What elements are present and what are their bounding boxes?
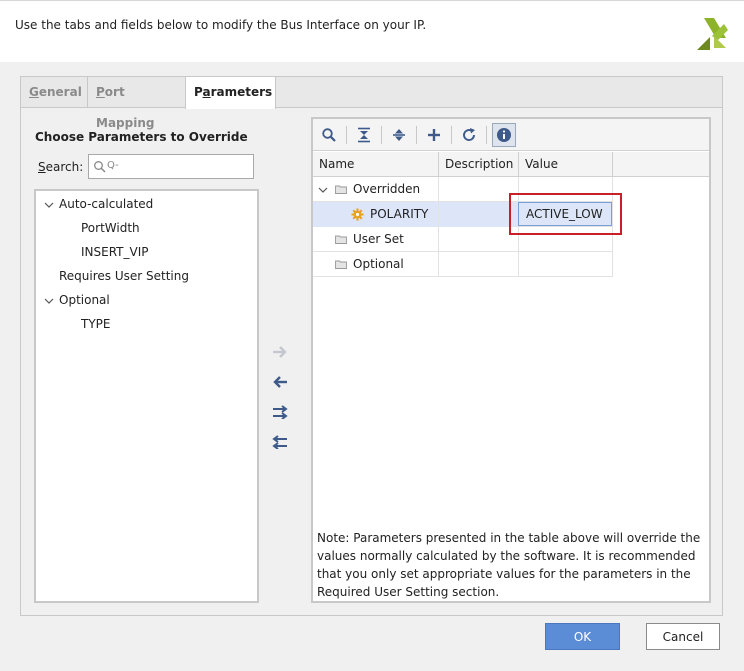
tree-item-portwidth[interactable]: PortWidth [81,221,140,235]
expand-all-icon [393,129,405,141]
note-text: Note: Parameters presented in the table … [317,531,701,599]
table-header: Name Description Value [313,152,709,177]
tab-port-mapping[interactable]: Port Mapping [88,77,184,130]
tree-item-insert-vip[interactable]: INSERT_VIP [81,245,149,259]
chevron-down-icon[interactable] [44,200,54,210]
collapse-all-button[interactable] [352,123,376,147]
tab-general[interactable]: General [21,77,88,108]
search-field[interactable]: Q- [88,154,254,179]
tree-auto-calculated[interactable]: Auto-calculated [59,197,153,211]
row-value [519,252,613,277]
move-left-arrow-icon[interactable] [271,375,289,389]
table-row[interactable]: Optional [313,252,613,277]
chevron-down-icon[interactable] [44,296,54,306]
column-header-value[interactable]: Value [519,152,613,177]
column-header-name[interactable]: Name [313,152,439,177]
cancel-button[interactable]: Cancel [646,623,720,650]
info-button[interactable] [492,123,516,147]
plus-icon [428,129,440,141]
search-placeholder: Q- [107,160,119,171]
tree-item-type[interactable]: TYPE [81,317,110,331]
instruction-text: Use the tabs and fields below to modify … [15,18,427,32]
parameter-tree: Auto-calculated PortWidth INSERT_VIP Req… [34,189,259,603]
move-right-arrow-icon[interactable] [271,345,289,359]
header-area: Use the tabs and fields below to modify … [0,0,744,62]
row-name: POLARITY [370,207,429,221]
row-description [439,227,519,252]
xilinx-logo-icon [697,18,728,50]
collapse-all-icon [358,127,370,143]
row-name: Optional [353,257,404,271]
row-description [439,202,519,227]
move-all-left-arrow-icon[interactable] [271,435,289,449]
column-header-description[interactable]: Description [439,152,519,177]
tab-parameters[interactable]: Parameters [185,77,276,109]
add-button[interactable] [422,123,446,147]
refresh-icon [463,128,475,141]
tab-bar: General Port Mapping Parameters [21,77,722,130]
highlight-annotation [509,193,622,235]
table-toolbar [313,119,709,151]
move-all-right-arrow-icon[interactable] [271,405,289,419]
expand-all-button[interactable] [387,123,411,147]
refresh-button[interactable] [457,123,481,147]
chevron-down-icon[interactable] [318,185,328,195]
folder-icon [335,235,347,244]
ok-button[interactable]: OK [545,623,620,650]
tree-requires-user-setting[interactable]: Requires User Setting [59,269,189,283]
search-icon [322,128,336,142]
search-label: Search: [38,160,84,174]
choose-parameters-title: Choose Parameters to Override [35,130,248,144]
row-name: Overridden [353,182,421,196]
search-button[interactable] [317,123,341,147]
row-name: User Set [353,232,404,246]
info-icon [497,128,511,142]
folder-icon [335,185,347,194]
row-description [439,252,519,277]
gear-icon [351,208,364,221]
tree-optional[interactable]: Optional [59,293,110,307]
folder-icon [335,260,347,269]
row-description [439,177,519,202]
